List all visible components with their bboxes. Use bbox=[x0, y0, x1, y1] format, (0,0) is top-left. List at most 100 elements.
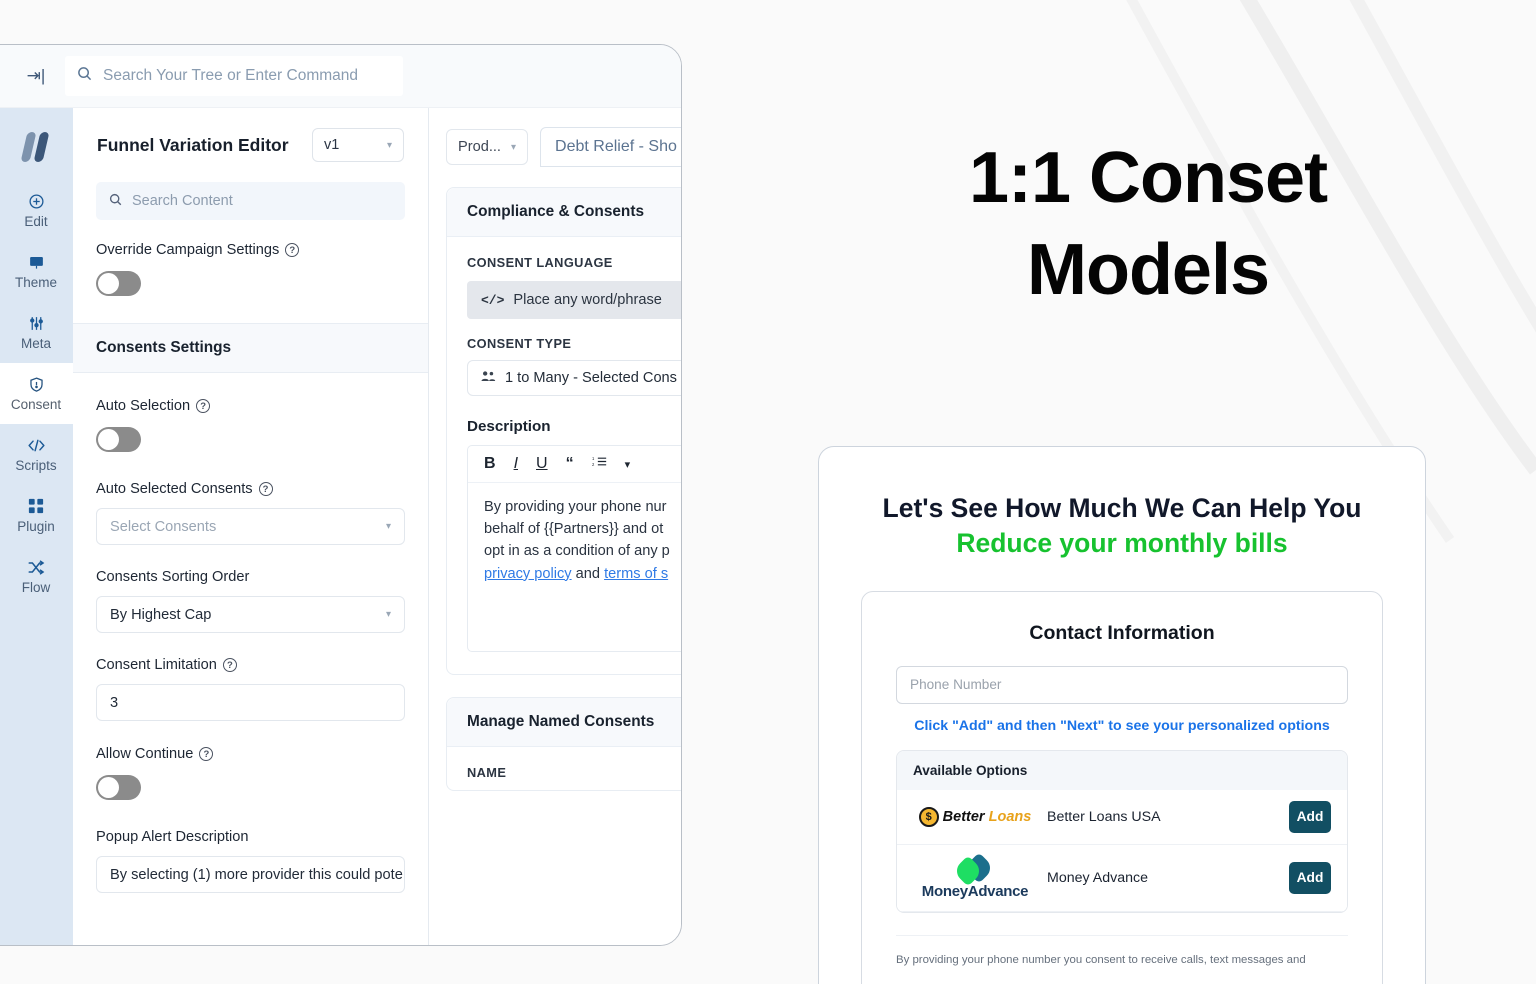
chevron-down-icon: ▾ bbox=[511, 141, 517, 153]
auto-selected-consents-select[interactable]: Select Consents ▾ bbox=[96, 508, 405, 545]
auto-selection-toggle[interactable] bbox=[96, 427, 141, 452]
override-campaign-text: Override Campaign Settings bbox=[96, 242, 280, 258]
sidebar-item-plugin[interactable]: Plugin bbox=[0, 485, 73, 546]
brand-logo bbox=[0, 114, 73, 180]
compliance-consents-title: Compliance & Consents bbox=[447, 188, 681, 237]
page-title: Funnel Variation Editor bbox=[97, 134, 289, 155]
tab-debt-relief[interactable]: Debt Relief - Sho bbox=[540, 127, 681, 167]
italic-icon[interactable]: I bbox=[514, 455, 518, 473]
override-campaign-toggle[interactable] bbox=[96, 271, 141, 296]
add-button[interactable]: Add bbox=[1289, 800, 1331, 833]
option-name: Money Advance bbox=[1047, 869, 1148, 886]
svg-text:1: 1 bbox=[592, 456, 595, 461]
named-consents-col-name: NAME bbox=[467, 765, 507, 780]
sidebar-item-label: Scripts bbox=[15, 458, 57, 473]
contact-information-title: Contact Information bbox=[1029, 621, 1215, 644]
manage-named-consents-card: Manage Named Consents NAME bbox=[446, 697, 681, 791]
plus-circle-icon bbox=[28, 192, 45, 210]
sorting-order-select[interactable]: By Highest Cap ▾ bbox=[96, 596, 405, 633]
sidebar-item-theme[interactable]: Theme bbox=[0, 241, 73, 302]
sidebar-item-consent[interactable]: Consent bbox=[0, 363, 73, 424]
global-search-bar[interactable]: Search Your Tree or Enter Command bbox=[65, 56, 403, 96]
conjunction-text: and bbox=[571, 565, 605, 582]
auto-selected-consents-label: Auto Selected Consents ? bbox=[96, 481, 405, 497]
consent-limitation-input[interactable]: 3 bbox=[96, 684, 405, 721]
chevron-down-icon: ▾ bbox=[386, 139, 392, 151]
allow-continue-toggle[interactable] bbox=[96, 775, 141, 800]
money-advance-logo: MoneyAdvance bbox=[913, 852, 1037, 900]
better-loans-logo-text-2: Loans bbox=[988, 808, 1032, 825]
consent-language-chip[interactable]: </> Place any word/phrase bbox=[467, 281, 681, 319]
people-icon bbox=[481, 370, 496, 386]
product-select[interactable]: Prod... ▾ bbox=[446, 129, 529, 165]
available-options-header: Available Options bbox=[897, 750, 1347, 790]
better-loans-logo: $ Better Loans bbox=[913, 806, 1037, 827]
consent-limitation-text: Consent Limitation bbox=[96, 657, 217, 673]
bold-icon[interactable]: B bbox=[484, 455, 496, 473]
quote-icon[interactable]: “ bbox=[566, 455, 574, 473]
sidebar-item-edit[interactable]: Edit bbox=[0, 180, 73, 241]
app-window: ⇥| Search Your Tree or Enter Command Edi… bbox=[0, 44, 682, 946]
description-line: behalf of {{Partners}} and ot bbox=[484, 521, 664, 538]
consent-type-label: CONSENT TYPE bbox=[467, 336, 572, 351]
sidebar-item-label: Theme bbox=[14, 275, 58, 290]
add-button[interactable]: Add bbox=[1289, 861, 1331, 894]
popup-alert-label: Popup Alert Description bbox=[96, 829, 249, 845]
description-line: By providing your phone nur bbox=[484, 499, 667, 515]
preview-subheadline: Reduce your monthly bills bbox=[956, 527, 1288, 558]
add-next-hint: Click "Add" and then "Next" to see your … bbox=[914, 717, 1330, 734]
help-icon[interactable]: ? bbox=[196, 399, 211, 413]
settings-panel: Funnel Variation Editor v1 ▾ Search Cont… bbox=[73, 108, 429, 945]
coin-icon: $ bbox=[918, 806, 939, 827]
auto-selection-text: Auto Selection bbox=[96, 398, 191, 414]
sidebar-item-flow[interactable]: Flow bbox=[0, 546, 73, 607]
legal-disclaimer: By providing your phone number you conse… bbox=[896, 934, 1348, 969]
screenshot-root: ⇥| Search Your Tree or Enter Command Edi… bbox=[0, 0, 1536, 984]
shuffle-icon bbox=[27, 558, 45, 576]
terms-of-service-link[interactable]: terms of s bbox=[604, 566, 668, 582]
list-item: MoneyAdvance Money Advance Add bbox=[897, 844, 1347, 912]
version-select[interactable]: v1 ▾ bbox=[312, 128, 404, 162]
help-icon[interactable]: ? bbox=[258, 482, 273, 496]
sliders-icon bbox=[28, 314, 45, 332]
content-search-input[interactable]: Search Content bbox=[96, 182, 405, 220]
theme-board-icon bbox=[28, 253, 45, 271]
manage-named-consents-title: Manage Named Consents bbox=[447, 698, 681, 747]
funnel-preview-panel: Prod... ▾ Debt Relief - Sho Compliance &… bbox=[429, 108, 681, 945]
chevron-down-icon[interactable]: ▾ bbox=[625, 458, 631, 471]
sidebar-item-label: Edit bbox=[24, 214, 48, 229]
contact-form-card: Contact Information Phone Number Click "… bbox=[861, 590, 1383, 984]
hero-line-2: Models bbox=[1026, 230, 1270, 311]
code-icon bbox=[27, 436, 46, 454]
popup-alert-input[interactable]: By selecting (1) more provider this coul… bbox=[96, 856, 405, 893]
description-line: opt in as a condition of any p bbox=[484, 543, 670, 560]
help-icon[interactable]: ? bbox=[199, 747, 214, 761]
phone-number-input[interactable]: Phone Number bbox=[896, 665, 1348, 704]
chevron-down-icon: ▾ bbox=[385, 521, 391, 532]
description-body[interactable]: By providing your phone nur behalf of {{… bbox=[468, 483, 681, 651]
svg-text:2: 2 bbox=[592, 462, 595, 467]
better-loans-logo-text-1: Better bbox=[942, 808, 985, 825]
sidebar-item-scripts[interactable]: Scripts bbox=[0, 424, 73, 485]
auto-selection-label: Auto Selection ? bbox=[96, 398, 405, 414]
description-editor: B I U “ 1 2 ▾ By providing your phone nu… bbox=[467, 445, 681, 652]
collapse-panel-icon[interactable]: ⇥| bbox=[21, 61, 51, 91]
phone-number-placeholder: Phone Number bbox=[910, 677, 1002, 693]
allow-continue-label: Allow Continue ? bbox=[96, 746, 405, 762]
shield-alert-icon bbox=[28, 375, 45, 393]
consent-type-select[interactable]: 1 to Many - Selected Cons bbox=[467, 360, 681, 396]
ordered-list-icon[interactable]: 1 2 bbox=[592, 455, 607, 473]
help-icon[interactable]: ? bbox=[222, 658, 237, 672]
sidebar-item-label: Consent bbox=[10, 397, 62, 412]
consent-language-label: CONSENT LANGUAGE bbox=[467, 255, 613, 270]
sidebar-item-meta[interactable]: Meta bbox=[0, 302, 73, 363]
privacy-policy-link[interactable]: privacy policy bbox=[484, 566, 572, 582]
hero-line-1: 1:1 Conset bbox=[968, 138, 1328, 218]
marketing-panel: 1:1 Conset Models Let's See How Much We … bbox=[760, 0, 1536, 984]
chevron-down-icon: ▾ bbox=[385, 609, 391, 620]
preview-headline: Let's See How Much We Can Help You bbox=[882, 493, 1362, 523]
help-icon[interactable]: ? bbox=[285, 243, 300, 257]
hero-heading: 1:1 Conset Models bbox=[760, 132, 1536, 316]
underline-icon[interactable]: U bbox=[536, 455, 548, 473]
auto-selected-consents-text: Auto Selected Consents bbox=[96, 481, 253, 497]
